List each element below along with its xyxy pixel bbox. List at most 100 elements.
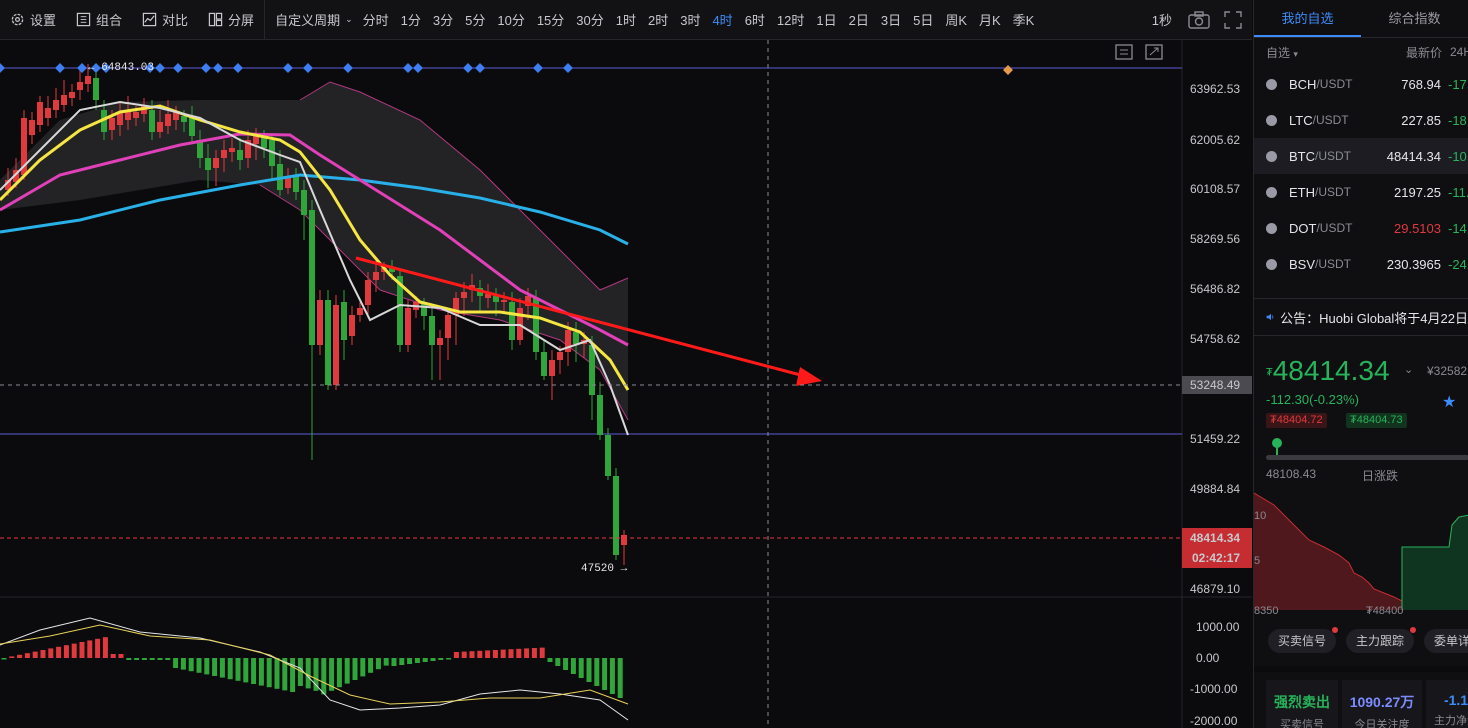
macd-bar — [173, 658, 179, 668]
crosshair-price-text: 53248.49 — [1190, 378, 1240, 392]
tab-composite-index[interactable]: 综合指数 — [1361, 0, 1468, 37]
ticker-change: -112.30(-0.23%) — [1266, 392, 1359, 407]
signal-marker — [233, 63, 243, 73]
settings-button[interactable]: 设置 — [0, 0, 66, 40]
compare-chart-icon — [142, 12, 157, 27]
period-tab[interactable]: 10分 — [491, 0, 530, 40]
period-tab[interactable]: 6时 — [739, 0, 771, 40]
macd-bar — [555, 658, 561, 666]
depth-chart[interactable]: 10 5 8350 ₮48400 — [1254, 485, 1468, 615]
macd-bar — [40, 650, 46, 658]
candle — [349, 306, 355, 345]
macd-bar — [594, 658, 600, 686]
period-tab[interactable]: 1日 — [810, 0, 842, 40]
watchlist-row[interactable]: BCH/USDT 768.94 -17. — [1254, 66, 1468, 102]
currency-symbol: ₮ — [1266, 366, 1273, 379]
indicator-settings-icon[interactable] — [1115, 44, 1133, 60]
period-tab[interactable]: 1时 — [610, 0, 642, 40]
macd-bar — [118, 654, 124, 658]
macd-bar — [344, 658, 350, 684]
tab-my-watchlist[interactable]: 我的自选 — [1254, 0, 1361, 37]
period-tab[interactable]: 季K — [1007, 0, 1041, 40]
signal-button-order-detail[interactable]: 委单详 — [1424, 629, 1468, 653]
signal-marker — [55, 63, 65, 73]
macd-axis-tick: 0.00 — [1196, 651, 1220, 665]
custom-period-dropdown[interactable]: 自定义周期 ⌄ — [265, 0, 357, 40]
watchlist-row[interactable]: EOS/USDT 5.1347 -20. — [1254, 282, 1468, 295]
pair-price: 768.94 — [1401, 76, 1441, 92]
watchlist-header: 自选 ▾ 最新价 24H — [1254, 38, 1468, 66]
interval-selector[interactable]: 1秒 — [1146, 0, 1188, 40]
macd-bar — [251, 658, 257, 684]
compare-button[interactable]: 对比 — [132, 0, 198, 40]
high-price-label: ← 64843.03 — [88, 62, 154, 74]
macd-bar — [71, 643, 77, 658]
market-side-panel: 我的自选 综合指数 自选 ▾ 最新价 24H BCH/USDT 768.94 -17… — [1253, 0, 1468, 728]
macd-bar — [469, 651, 475, 658]
period-tab[interactable]: 月K — [973, 0, 1007, 40]
watchlist-row[interactable]: BSV/USDT 230.3965 -24. — [1254, 246, 1468, 282]
period-tab[interactable]: 15分 — [531, 0, 570, 40]
expand-icon[interactable] — [1145, 44, 1163, 60]
signal-button-buy-sell[interactable]: 买卖信号 — [1268, 627, 1339, 653]
ask-price-badge: ₮48404.73 — [1346, 413, 1407, 428]
camera-icon[interactable] — [1188, 10, 1210, 29]
watchlist-row[interactable]: BTC/USDT 48414.34 -10. — [1254, 138, 1468, 174]
pair-base: EOS — [1289, 293, 1316, 295]
column-change-header[interactable]: 24H — [1450, 45, 1468, 59]
period-tab[interactable]: 30分 — [570, 0, 609, 40]
price-axis-tick: 63962.53 — [1190, 82, 1240, 96]
watchlist-row[interactable]: ETH/USDT 2197.25 -11. — [1254, 174, 1468, 210]
period-tab[interactable]: 分时 — [357, 0, 395, 40]
period-tab[interactable]: 2时 — [642, 0, 674, 40]
stat-value: -1.1 — [1443, 692, 1468, 708]
kline-chart-canvas[interactable]: 63962.53 62005.62 60108.57 58269.56 56486.82… — [0, 40, 1252, 728]
depth-x-mid: ₮48400 — [1366, 605, 1403, 615]
pair-change: -17. — [1448, 76, 1468, 92]
candle — [37, 96, 43, 132]
watchlist-row[interactable]: DOT/USDT 29.5103 -14. — [1254, 210, 1468, 246]
candle — [29, 112, 35, 144]
stat-card-attention[interactable]: 1090.27万 今日关注度 — [1342, 680, 1422, 728]
watchlist-group-selector[interactable]: 自选 ▾ — [1266, 44, 1298, 61]
stat-label: 主力净流 — [1434, 715, 1468, 727]
announcement-bar[interactable]: 公告：Huobi Global将于4月22日 — [1254, 298, 1468, 336]
day-range-label: 日涨跌 — [1362, 469, 1399, 483]
signal-button-main-tracking[interactable]: 主力跟踪 — [1346, 627, 1417, 653]
pair-quote: /USDT — [1312, 113, 1349, 127]
period-tab[interactable]: 5日 — [907, 0, 939, 40]
period-tab[interactable]: 3时 — [674, 0, 706, 40]
macd-bar — [446, 658, 452, 660]
kline-chart[interactable]: 63962.53 62005.62 60108.57 58269.56 56486.82… — [0, 40, 1252, 728]
macd-bar — [438, 658, 444, 660]
favorite-star-icon[interactable]: ★ — [1442, 392, 1456, 412]
period-tab[interactable]: 12时 — [771, 0, 810, 40]
period-tab[interactable]: 4时 — [706, 0, 738, 40]
signal-marker — [1003, 65, 1013, 75]
period-tab[interactable]: 2日 — [843, 0, 875, 40]
period-tab[interactable]: 3日 — [875, 0, 907, 40]
period-tab[interactable]: 3分 — [427, 0, 459, 40]
macd-bar — [32, 651, 38, 658]
pair-quote: /USDT — [1315, 149, 1351, 163]
period-tab[interactable]: 1分 — [395, 0, 427, 40]
period-tab[interactable]: 周K — [939, 0, 973, 40]
watchlist-row[interactable]: LTC/USDT 227.85 -18. — [1254, 102, 1468, 138]
combo-button[interactable]: 组合 — [66, 0, 132, 40]
macd-bar — [243, 658, 249, 683]
period-tab[interactable]: 5分 — [459, 0, 491, 40]
chevron-down-icon: ⌄ — [345, 14, 353, 24]
pair-quote: /USDT — [1316, 293, 1352, 294]
price-axis-tick: 60108.57 — [1190, 182, 1240, 196]
macd-bar — [219, 658, 225, 678]
signal-marker — [413, 63, 423, 73]
stat-card-netflow[interactable]: -1.1 主力净流 — [1426, 680, 1468, 728]
split-screen-button[interactable]: 分屏 — [198, 0, 264, 40]
fullscreen-icon[interactable] — [1224, 10, 1242, 29]
ticker-menu-chevron-icon[interactable]: ⌄ — [1404, 363, 1413, 376]
signal-marker — [77, 63, 87, 73]
stat-card-signal[interactable]: 强烈卖出 买卖信号 — [1266, 680, 1338, 728]
signal-marker — [533, 63, 543, 73]
column-price-header[interactable]: 最新价 — [1406, 44, 1442, 61]
macd-bar — [461, 651, 467, 658]
